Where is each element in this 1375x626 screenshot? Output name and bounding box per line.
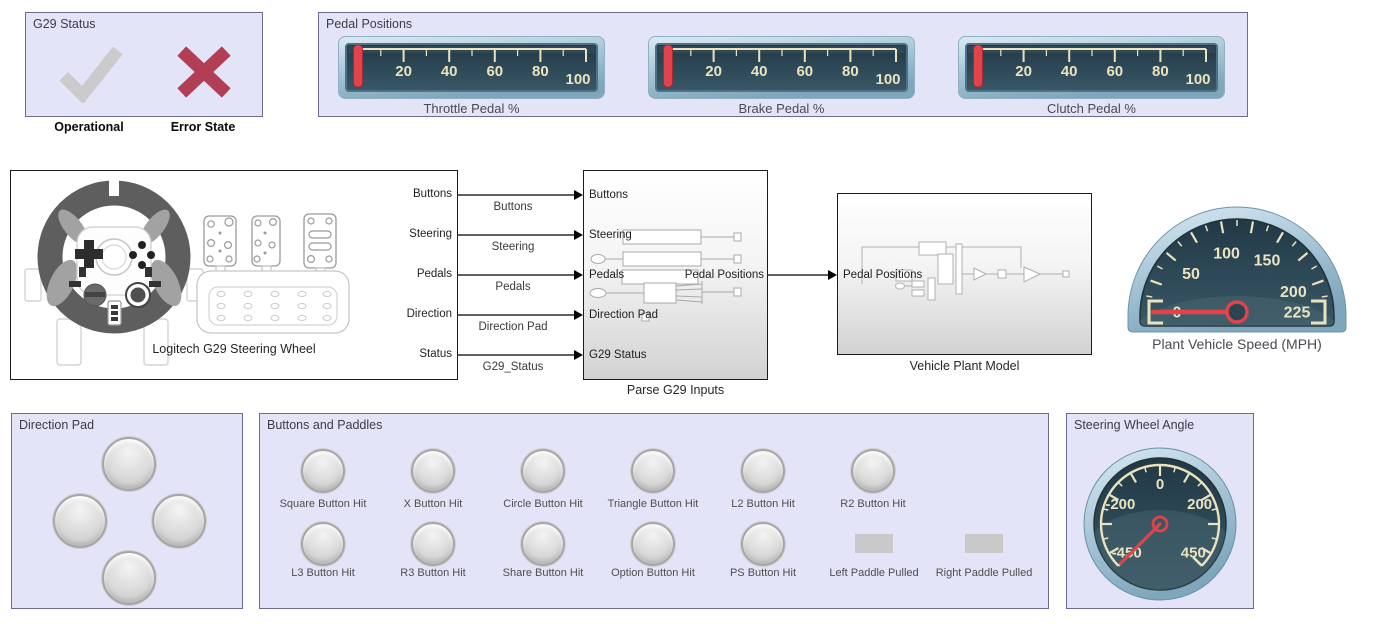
lamp-label-x: X Button Hit xyxy=(373,498,493,510)
direction-pad-panel-title: Direction Pad xyxy=(19,418,94,432)
lamp-label-circle: Circle Button Hit xyxy=(483,498,603,510)
vehicle-plant-model-block[interactable]: Pedal Positions xyxy=(837,193,1092,355)
svg-text:100: 100 xyxy=(1185,71,1210,88)
parse-block-caption: Parse G29 Inputs xyxy=(583,383,768,397)
parse-input-pedals: Pedals xyxy=(589,269,624,281)
throttle-pedal-gauge[interactable]: 20 40 60 80 100 xyxy=(338,36,605,99)
error-state-label: Error State xyxy=(143,120,263,134)
clutch-pedal-gauge[interactable]: 20 40 60 80 100 xyxy=(958,36,1225,99)
svg-text:20: 20 xyxy=(705,63,722,80)
svg-text:450: 450 xyxy=(1181,544,1206,561)
svg-text:80: 80 xyxy=(1152,63,1169,80)
svg-text:150: 150 xyxy=(1254,253,1281,270)
parse-input-direction-pad: Direction Pad xyxy=(589,309,658,321)
brake-pedal-gauge[interactable]: 20 40 60 80 100 xyxy=(648,36,915,99)
parse-input-g29-status: G29 Status xyxy=(589,349,647,361)
steering-wheel-angle-panel-title: Steering Wheel Angle xyxy=(1074,418,1194,432)
svg-text:200: 200 xyxy=(1187,496,1212,513)
svg-text:50: 50 xyxy=(1182,266,1200,283)
svg-text:40: 40 xyxy=(1061,63,1078,80)
svg-text:20: 20 xyxy=(1015,63,1032,80)
svg-text:80: 80 xyxy=(842,63,859,80)
svg-text:60: 60 xyxy=(486,63,503,80)
svg-text:40: 40 xyxy=(441,63,458,80)
g29-status-panel[interactable]: G29 Status xyxy=(25,12,263,117)
lamp-share-button[interactable] xyxy=(521,522,565,566)
plant-vehicle-speed-gauge[interactable]: 050100150200225 xyxy=(1121,200,1357,355)
signal-label-direction-pad[interactable]: Direction Pad xyxy=(453,321,573,333)
wheel-port-buttons: Buttons xyxy=(352,188,452,200)
simulink-model-canvas: G29 Status Operational Error State Pedal… xyxy=(0,0,1375,626)
g29-status-panel-title: G29 Status xyxy=(33,17,96,31)
svg-text:60: 60 xyxy=(1106,63,1123,80)
lamp-left-paddle[interactable] xyxy=(855,534,893,553)
buttons-and-paddles-panel[interactable]: Buttons and Paddles Square Button Hit X … xyxy=(259,413,1049,609)
plant-input-pedal-positions: Pedal Positions xyxy=(843,269,922,281)
lamp-right-paddle[interactable] xyxy=(965,534,1003,553)
lamp-label-right-paddle: Right Paddle Pulled xyxy=(924,567,1044,579)
parse-input-steering: Steering xyxy=(589,229,632,241)
direction-lamp-down[interactable] xyxy=(102,551,156,605)
signal-label-steering[interactable]: Steering xyxy=(453,241,573,253)
wheel-port-direction: Direction xyxy=(352,308,452,320)
wheel-port-pedals: Pedals xyxy=(352,268,452,280)
lamp-square-button[interactable] xyxy=(301,449,345,493)
pedal-positions-panel-title: Pedal Positions xyxy=(326,17,412,31)
direction-lamp-up[interactable] xyxy=(102,437,156,491)
lamp-option-button[interactable] xyxy=(631,522,675,566)
lamp-label-triangle: Triangle Button Hit xyxy=(593,498,713,510)
svg-text:200: 200 xyxy=(1280,284,1307,301)
buttons-and-paddles-panel-title: Buttons and Paddles xyxy=(267,418,382,432)
lamp-l2-button[interactable] xyxy=(741,449,785,493)
error-cross-icon[interactable] xyxy=(173,43,235,101)
svg-text:225: 225 xyxy=(1284,305,1311,322)
svg-text:20: 20 xyxy=(395,63,412,80)
svg-text:40: 40 xyxy=(751,63,768,80)
lamp-label-ps: PS Button Hit xyxy=(703,567,823,579)
brake-gauge-caption: Brake Pedal % xyxy=(648,101,915,116)
direction-pad-panel[interactable]: Direction Pad xyxy=(11,413,243,609)
lamp-x-button[interactable] xyxy=(411,449,455,493)
operational-check-icon[interactable] xyxy=(53,41,125,103)
svg-text:100: 100 xyxy=(1213,245,1240,262)
signal-label-buttons[interactable]: Buttons xyxy=(453,201,573,213)
direction-lamp-left[interactable] xyxy=(53,494,107,548)
signal-label-g29-status[interactable]: G29_Status xyxy=(453,361,573,373)
lamp-label-square: Square Button Hit xyxy=(263,498,383,510)
lamp-label-share: Share Button Hit xyxy=(483,567,603,579)
svg-text:0: 0 xyxy=(1156,476,1164,493)
lamp-label-l2: L2 Button Hit xyxy=(703,498,823,510)
svg-text:80: 80 xyxy=(532,63,549,80)
lamp-triangle-button[interactable] xyxy=(631,449,675,493)
svg-text:60: 60 xyxy=(796,63,813,80)
lamp-r2-button[interactable] xyxy=(851,449,895,493)
lamp-l3-button[interactable] xyxy=(301,522,345,566)
lamp-circle-button[interactable] xyxy=(521,449,565,493)
pedal-positions-panel[interactable]: Pedal Positions 20 40 60 80 100 20 40 60 80 100 xyxy=(318,12,1248,117)
wheel-port-steering: Steering xyxy=(352,228,452,240)
wheel-port-status: Status xyxy=(352,348,452,360)
lamp-r3-button[interactable] xyxy=(411,522,455,566)
parse-input-buttons: Buttons xyxy=(589,189,628,201)
parse-output-pedal-positions: Pedal Positions xyxy=(664,269,764,281)
steering-wheel-angle-gauge[interactable]: -450-2000200450 xyxy=(1083,447,1237,601)
parse-g29-inputs-block[interactable]: Buttons Steering Pedals Direction Pad G2… xyxy=(583,170,768,380)
speed-gauge-caption: Plant Vehicle Speed (MPH) xyxy=(1107,336,1367,352)
lamp-label-left-paddle: Left Paddle Pulled xyxy=(814,567,934,579)
lamp-label-l3: L3 Button Hit xyxy=(263,567,383,579)
lamp-label-option: Option Button Hit xyxy=(593,567,713,579)
svg-text:100: 100 xyxy=(565,71,590,88)
direction-lamp-right[interactable] xyxy=(152,494,206,548)
lamp-label-r3: R3 Button Hit xyxy=(373,567,493,579)
clutch-gauge-caption: Clutch Pedal % xyxy=(958,101,1225,116)
lamp-ps-button[interactable] xyxy=(741,522,785,566)
operational-label: Operational xyxy=(29,120,149,134)
throttle-gauge-caption: Throttle Pedal % xyxy=(338,101,605,116)
signal-label-pedals[interactable]: Pedals xyxy=(453,281,573,293)
svg-text:100: 100 xyxy=(875,71,900,88)
plant-block-caption: Vehicle Plant Model xyxy=(837,359,1092,373)
svg-text:-200: -200 xyxy=(1105,496,1135,513)
lamp-label-r2: R2 Button Hit xyxy=(813,498,933,510)
